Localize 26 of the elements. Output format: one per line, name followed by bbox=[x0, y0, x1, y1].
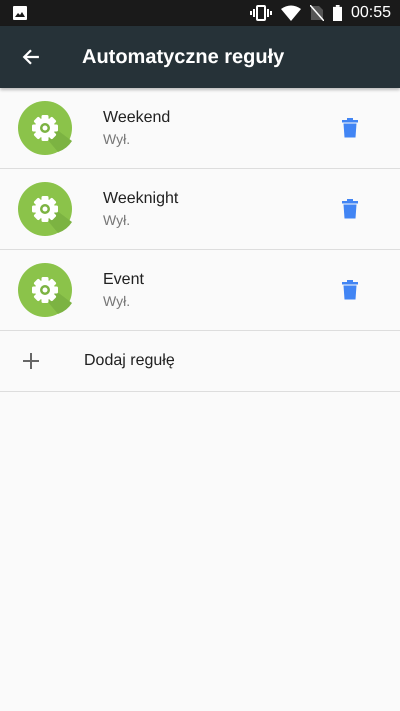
rule-item[interactable]: Event Wył. bbox=[0, 250, 400, 331]
gear-icon bbox=[18, 101, 72, 155]
rule-item[interactable]: Weeknight Wył. bbox=[0, 169, 400, 250]
gear-icon bbox=[18, 263, 72, 317]
delete-icon[interactable] bbox=[342, 280, 358, 300]
rule-name: Weekend bbox=[103, 109, 172, 127]
rule-status: Wył. bbox=[103, 212, 132, 228]
rule-name: Weeknight bbox=[103, 190, 180, 208]
battery-icon bbox=[332, 5, 342, 21]
delete-icon[interactable] bbox=[342, 118, 358, 138]
add-rule-item[interactable]: Dodaj regułę bbox=[0, 331, 400, 392]
back-icon[interactable] bbox=[22, 48, 40, 66]
no-sim-icon bbox=[310, 5, 324, 21]
wifi-icon bbox=[280, 5, 301, 21]
rule-status: Wył. bbox=[103, 131, 132, 147]
rule-status: Wył. bbox=[103, 293, 132, 309]
add-rule-label: Dodaj regułę bbox=[84, 352, 175, 370]
plus-icon bbox=[23, 353, 39, 369]
toolbar-title: Automatyczne reguły bbox=[82, 46, 284, 68]
gear-icon bbox=[18, 182, 72, 236]
status-time: 00:55 bbox=[350, 4, 391, 22]
vibrate-icon bbox=[250, 5, 272, 21]
delete-icon[interactable] bbox=[342, 199, 358, 219]
image-icon bbox=[13, 6, 27, 20]
rule-item[interactable]: Weekend Wył. bbox=[0, 88, 400, 169]
rule-name: Event bbox=[103, 271, 145, 289]
